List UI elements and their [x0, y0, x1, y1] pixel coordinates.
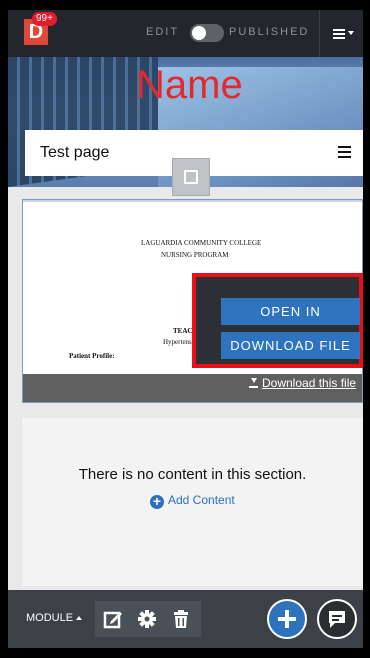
- empty-section-message: There is no content in this section.: [78, 466, 307, 483]
- chat-button[interactable]: [317, 599, 357, 639]
- chevron-up-icon: [76, 616, 83, 620]
- doc-profile-line: Patient Profile:: [69, 352, 115, 360]
- main-menu-button[interactable]: [319, 10, 363, 57]
- notification-badge[interactable]: 99+: [32, 12, 57, 26]
- download-file-button[interactable]: DOWNLOAD FILE: [221, 332, 360, 359]
- plus-circle-icon: +: [150, 494, 164, 509]
- empty-section: There is no content in this section. + Ad…: [22, 418, 363, 586]
- published-label: PUBLISHED: [229, 26, 310, 38]
- expand-section-button[interactable]: [172, 158, 210, 196]
- edit-icon: [103, 611, 122, 629]
- site-name[interactable]: Name: [136, 63, 243, 108]
- module-settings-button[interactable]: [136, 608, 158, 630]
- expand-icon: [184, 170, 198, 184]
- download-icon: [249, 378, 258, 388]
- edit-publish-toggle[interactable]: [190, 24, 224, 42]
- edit-label: EDIT: [146, 26, 180, 38]
- trash-icon: [174, 610, 188, 628]
- page-menu-icon[interactable]: [338, 146, 351, 158]
- file-options-popup: OPEN IN BROWSER DOWNLOAD FILE: [192, 273, 363, 368]
- gear-icon: [138, 610, 156, 628]
- add-content-button[interactable]: + Add Content: [150, 493, 235, 509]
- add-module-button[interactable]: [267, 599, 307, 639]
- module-tools: [95, 601, 201, 637]
- doc-college-line: LAGUARDIA COMMUNITY COLLEGE: [141, 239, 262, 247]
- delete-module-button[interactable]: [170, 608, 192, 630]
- download-file-link[interactable]: Download this file: [249, 376, 356, 390]
- toggle-knob: [192, 26, 206, 40]
- add-content-label: Add Content: [168, 493, 235, 507]
- chevron-down-icon: [348, 31, 354, 35]
- module-dropdown[interactable]: MODULE: [26, 612, 83, 624]
- chat-icon: [329, 611, 345, 628]
- edit-module-button[interactable]: [102, 608, 124, 630]
- doc-program-line: NURSING PROGRAM: [161, 251, 229, 259]
- top-bar: D 99+ EDIT PUBLISHED: [8, 10, 363, 57]
- page-title: Test page: [40, 144, 110, 161]
- app-screen: D 99+ EDIT PUBLISHED Name Test page LAGU…: [8, 10, 363, 648]
- bottom-toolbar: MODULE: [8, 590, 363, 648]
- menu-icon: [333, 29, 345, 31]
- open-in-browser-button[interactable]: OPEN IN BROWSER: [221, 298, 360, 346]
